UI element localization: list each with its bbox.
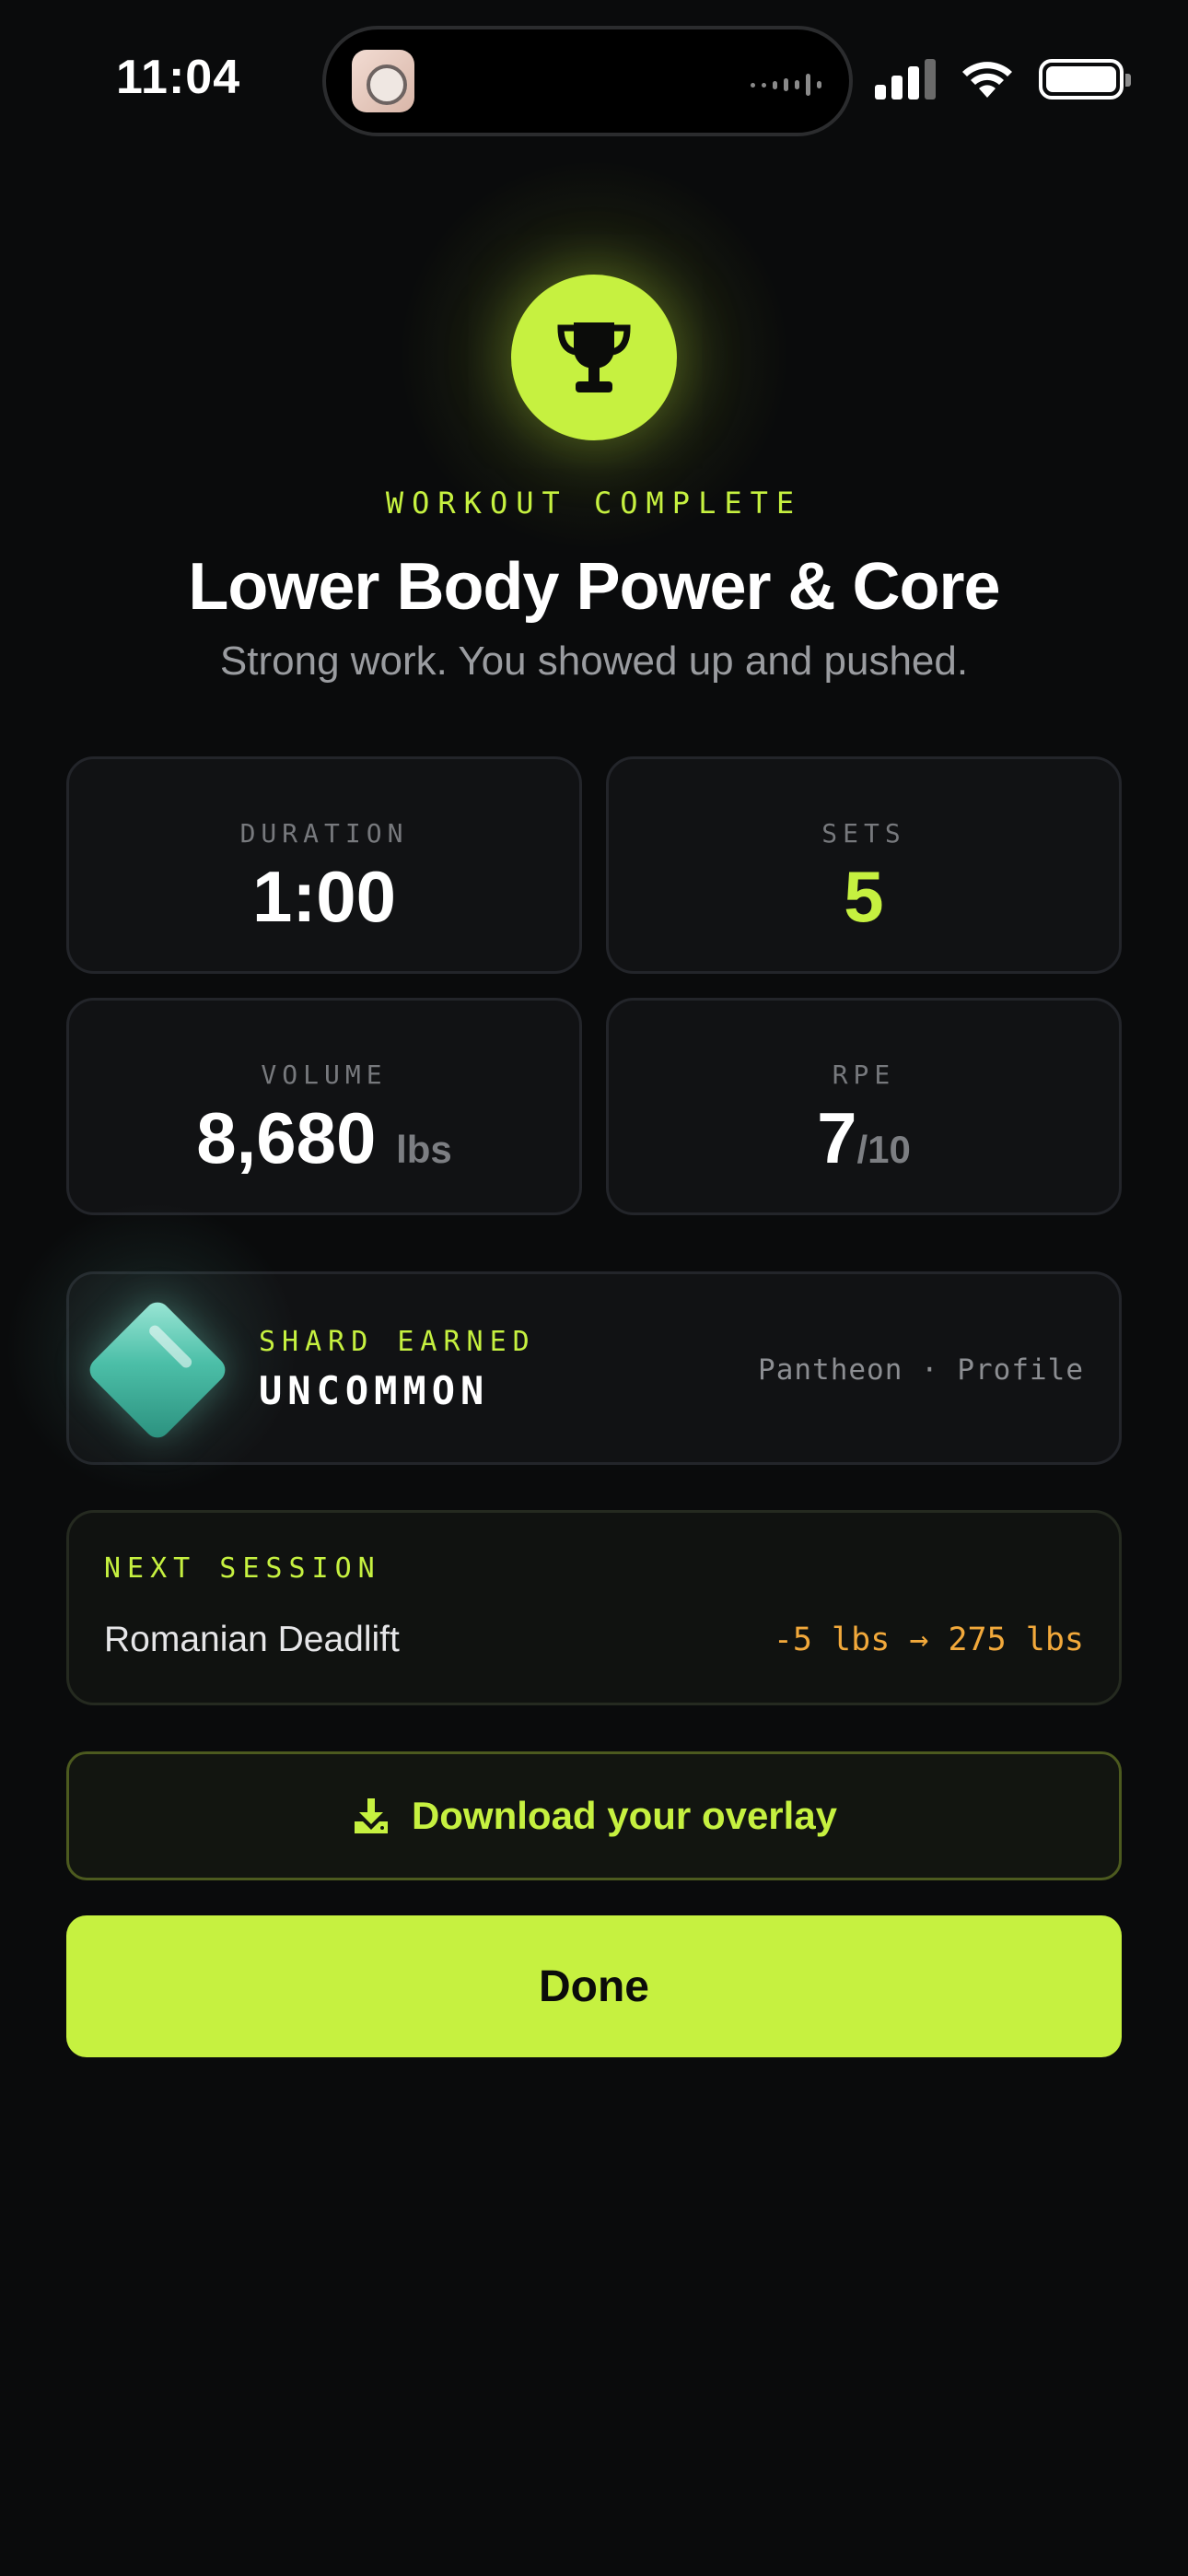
stat-unit: lbs [396, 1128, 452, 1171]
live-activity-app-icon [352, 50, 414, 112]
wifi-icon [962, 62, 1012, 98]
download-overlay-button[interactable]: Download your overlay [66, 1751, 1122, 1880]
status-time: 11:04 [116, 51, 241, 104]
stat-value: 8,680 [196, 1097, 377, 1178]
completion-eyebrow: WORKOUT COMPLETE [385, 486, 803, 521]
workout-subtitle: Strong work. You showed up and pushed. [219, 638, 969, 684]
workout-title: Lower Body Power & Core [188, 550, 1000, 624]
shard-profile-link[interactable]: Pantheon · Profile [758, 1353, 1084, 1387]
trophy-icon [557, 322, 631, 392]
dynamic-island[interactable] [322, 26, 853, 136]
stat-card-sets: SETS 5 [606, 756, 1122, 974]
stat-card-volume: VOLUME 8,680 lbs [66, 998, 582, 1215]
stat-label: RPE [832, 1060, 896, 1090]
stat-value: 7 [817, 1097, 857, 1178]
battery-icon [1039, 59, 1131, 100]
status-icons [875, 59, 1131, 100]
stat-value: 5 [844, 856, 884, 937]
stat-label: DURATION [239, 818, 409, 849]
download-icon [354, 1798, 388, 1833]
stat-card-rpe: RPE 7/10 [606, 998, 1122, 1215]
stat-unit: /10 [856, 1128, 911, 1171]
status-bar: 11:04 [0, 0, 1188, 147]
done-button[interactable]: Done [66, 1915, 1122, 2057]
stat-value: 1:00 [251, 856, 397, 937]
trophy-badge [511, 275, 677, 440]
download-overlay-label: Download your overlay [411, 1794, 838, 1837]
shard-earned-card[interactable]: SHARD EARNED UNCOMMON Pantheon · Profile [5, 1200, 1122, 1495]
stat-value-row: 8,680 lbs [69, 1096, 579, 1180]
done-label: Done [539, 1961, 649, 2011]
cellular-signal-icon [875, 59, 936, 100]
stat-label: VOLUME [261, 1060, 388, 1090]
next-session-exercise: Romanian Deadlift [104, 1620, 400, 1659]
stat-value-row: 7/10 [609, 1096, 1119, 1180]
shard-eyebrow: SHARD EARNED [259, 1326, 536, 1358]
workout-complete-screen: 11:04 WORKOUT COMPLETE Lower Body Power … [0, 0, 1188, 2576]
stat-card-duration: DURATION 1:00 [66, 756, 582, 974]
stat-label: SETS [821, 818, 906, 849]
next-session-card: NEXT SESSION Romanian Deadlift -5 lbs → … [66, 1510, 1122, 1705]
next-session-eyebrow: NEXT SESSION [104, 1552, 381, 1585]
shard-rarity: UNCOMMON [259, 1368, 490, 1413]
audio-waveform-icon [751, 70, 821, 100]
next-session-weight-change: -5 lbs → 275 lbs [773, 1622, 1084, 1658]
